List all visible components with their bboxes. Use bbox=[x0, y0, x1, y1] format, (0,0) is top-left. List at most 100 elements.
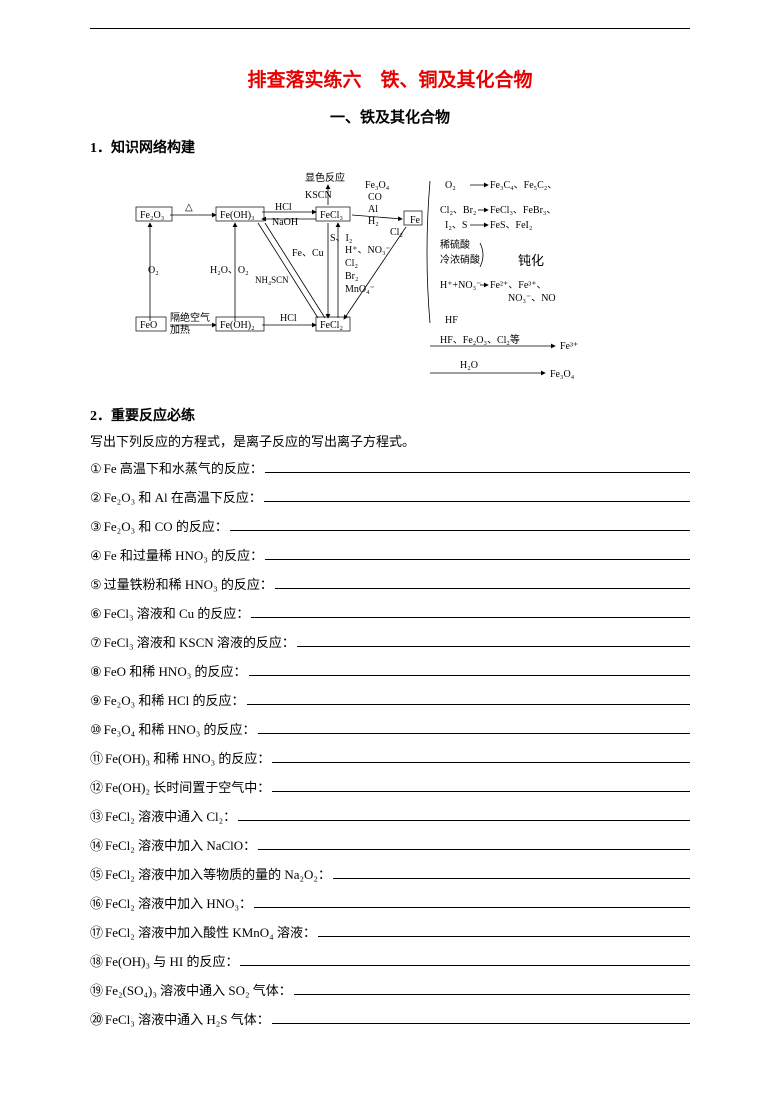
answer-blank[interactable] bbox=[272, 1009, 690, 1024]
answer-blank[interactable] bbox=[230, 516, 690, 531]
question-line: ⑭FeCl₂ 溶液中加入 NaClO： bbox=[90, 835, 690, 854]
page-title: 排查落实练六 铁、铜及其化合物 bbox=[90, 65, 690, 92]
page: 排查落实练六 铁、铜及其化合物 一、铁及其化合物 1．知识网络构建 Fe₂O₃ … bbox=[0, 0, 780, 1078]
question-line: ⑪Fe(OH)₃ 和稀 HNO₃ 的反应： bbox=[90, 748, 690, 767]
question-line: ⑮FeCl₂ 溶液中加入等物质的量的 Na₂O₂： bbox=[90, 864, 690, 883]
question-number: ⑮ bbox=[90, 864, 103, 883]
lbl-delta-1: △ bbox=[185, 202, 193, 213]
question-text: Fe 和过量稀 HNO₃ 的反应： bbox=[104, 545, 263, 564]
answer-blank[interactable] bbox=[258, 835, 690, 850]
section-1-heading: 1．知识网络构建 bbox=[90, 137, 690, 157]
answer-blank[interactable] bbox=[272, 777, 690, 792]
lbl-fe3o4-top: Fe₃O₄ bbox=[365, 180, 390, 191]
question-number: ⑭ bbox=[90, 835, 103, 854]
node-fe2o3: Fe₂O₃ bbox=[140, 210, 164, 221]
question-line: ①Fe 高温下和水蒸气的反应： bbox=[90, 458, 690, 477]
question-line: ⑤过量铁粉和稀 HNO₃ 的反应： bbox=[90, 574, 690, 593]
question-text: Fe₃O₄ 和稀 HNO₃ 的反应： bbox=[104, 719, 256, 738]
answer-blank[interactable] bbox=[247, 690, 690, 705]
question-text: 过量铁粉和稀 HNO₃ 的反应： bbox=[104, 574, 273, 593]
question-number: ⑥ bbox=[90, 606, 102, 622]
node-fe: Fe bbox=[410, 215, 421, 226]
question-number: ① bbox=[90, 461, 102, 477]
question-text: FeCl₂ 溶液中通入 Cl₂： bbox=[105, 806, 236, 825]
answer-blank[interactable] bbox=[254, 893, 690, 908]
lbl-mno4: MnO₄⁻ bbox=[345, 284, 375, 295]
question-number: ⑯ bbox=[90, 893, 103, 912]
question-text: FeCl₂ 溶液中加入等物质的量的 Na₂O₂： bbox=[105, 864, 331, 883]
page-subtitle: 一、铁及其化合物 bbox=[90, 106, 690, 127]
lbl-xishao: 稀硫酸 bbox=[440, 238, 470, 251]
r-fesfei: FeS、FeI₂ bbox=[490, 220, 532, 231]
r-fe3p: Fe³⁺ bbox=[560, 341, 578, 352]
question-text: Fe₂O₃ 和 CO 的反应： bbox=[104, 516, 228, 535]
question-text: FeCl₃ 溶液中通入 H₂S 气体： bbox=[105, 1009, 270, 1028]
node-feoh2: Fe(OH)₂ bbox=[220, 320, 255, 331]
question-text: Fe₂(SO₄)₃ 溶液中通入 SO₂ 气体： bbox=[105, 980, 292, 999]
top-rule bbox=[90, 28, 690, 29]
question-text: Fe(OH)₂ 长时间置于空气中： bbox=[105, 777, 270, 796]
answer-blank[interactable] bbox=[249, 661, 691, 676]
question-line: ⑯FeCl₂ 溶液中加入 HNO₃： bbox=[90, 893, 690, 912]
question-number: ⑰ bbox=[90, 922, 103, 941]
answer-blank[interactable] bbox=[258, 719, 690, 734]
question-number: ⑳ bbox=[90, 1009, 103, 1028]
lbl-nh4scn: NH₄SCN bbox=[255, 275, 289, 285]
node-feo: FeO bbox=[140, 320, 157, 331]
answer-blank[interactable] bbox=[294, 980, 690, 995]
node-fecl3: FeCl₃ bbox=[320, 210, 343, 221]
answer-blank[interactable] bbox=[240, 951, 690, 966]
question-text: Fe₂O₃ 和稀 HCl 的反应： bbox=[104, 690, 245, 709]
lbl-h2o-b: H₂O bbox=[460, 360, 478, 371]
answer-blank[interactable] bbox=[251, 603, 690, 618]
lbl-hcl-1: HCl bbox=[275, 202, 292, 213]
section-2-intro: 写出下列反应的方程式，是离子反应的写出离子方程式。 bbox=[90, 431, 690, 450]
question-text: FeCl₃ 溶液和 Cu 的反应： bbox=[104, 603, 250, 622]
question-number: ② bbox=[90, 490, 102, 506]
answer-blank[interactable] bbox=[238, 806, 690, 821]
lbl-cl2: Cl₂ bbox=[345, 258, 358, 269]
answer-blank[interactable] bbox=[275, 574, 690, 589]
question-text: FeCl₂ 溶液中加入酸性 KMnO₄ 溶液： bbox=[105, 922, 316, 941]
lbl-h2o-o2: H₂O、O₂ bbox=[210, 265, 249, 276]
question-line: ⑨Fe₂O₃ 和稀 HCl 的反应： bbox=[90, 690, 690, 709]
lbl-xianse: 显色反应 bbox=[305, 171, 345, 184]
question-number: ⑤ bbox=[90, 577, 102, 593]
question-line: ⑩Fe₃O₄ 和稀 HNO₃ 的反应： bbox=[90, 719, 690, 738]
question-line: ④Fe 和过量稀 HNO₃ 的反应： bbox=[90, 545, 690, 564]
diagram-svg: Fe₂O₃ FeO Fe(OH)₃ Fe(OH)₂ FeCl₃ Fe Cl₂ Fe… bbox=[130, 163, 650, 393]
lbl-s-i2: S、I₂ bbox=[330, 233, 352, 244]
r-dunhua: 钝化 bbox=[518, 253, 544, 268]
lbl-hno3: H⁺、NO₃⁻ bbox=[345, 245, 391, 256]
question-number: ④ bbox=[90, 548, 102, 564]
r-fe3o4: Fe₃O₄ bbox=[550, 369, 575, 380]
lbl-lengnong: 冷浓硝酸 bbox=[440, 253, 480, 266]
lbl-al: Al bbox=[368, 204, 378, 215]
answer-blank[interactable] bbox=[265, 458, 690, 473]
lbl-cl2br2: Cl₂、Br₂ bbox=[440, 205, 476, 216]
question-number: ⑪ bbox=[90, 748, 103, 767]
answer-blank[interactable] bbox=[264, 487, 690, 502]
question-text: Fe(OH)₃ 和稀 HNO₃ 的反应： bbox=[105, 748, 270, 767]
r-fe2fe3: Fe²⁺、Fe³⁺、 bbox=[490, 280, 547, 291]
question-line: ⑲Fe₂(SO₄)₃ 溶液中通入 SO₂ 气体： bbox=[90, 980, 690, 999]
node-feoh3: Fe(OH)₃ bbox=[220, 210, 255, 221]
knowledge-diagram: Fe₂O₃ FeO Fe(OH)₃ Fe(OH)₂ FeCl₃ Fe Cl₂ Fe… bbox=[90, 163, 690, 393]
answer-blank[interactable] bbox=[318, 922, 690, 937]
question-number: ⑧ bbox=[90, 664, 102, 680]
answer-blank[interactable] bbox=[272, 748, 690, 763]
section-2-heading: 2．重要反应必练 bbox=[90, 405, 690, 425]
r-feclfebr: FeCl₃、FeBr₃、 bbox=[490, 205, 556, 216]
answer-blank[interactable] bbox=[333, 864, 690, 879]
question-number: ⑫ bbox=[90, 777, 103, 796]
answer-blank[interactable] bbox=[265, 545, 690, 560]
question-line: ②Fe₂O₃ 和 Al 在高温下反应： bbox=[90, 487, 690, 506]
r-no3no: NO₃⁻、NO bbox=[508, 293, 556, 304]
question-text: FeO 和稀 HNO₃ 的反应： bbox=[104, 661, 247, 680]
question-text: FeCl₂ 溶液中加入 HNO₃： bbox=[105, 893, 252, 912]
question-number: ③ bbox=[90, 519, 102, 535]
lbl-br2: Br₂ bbox=[345, 271, 359, 282]
answer-blank[interactable] bbox=[297, 632, 690, 647]
lbl-bottom-arrow: HF、Fe₂O₃、Cl₂等 bbox=[440, 333, 520, 346]
question-text: Fe 高温下和水蒸气的反应： bbox=[104, 458, 263, 477]
